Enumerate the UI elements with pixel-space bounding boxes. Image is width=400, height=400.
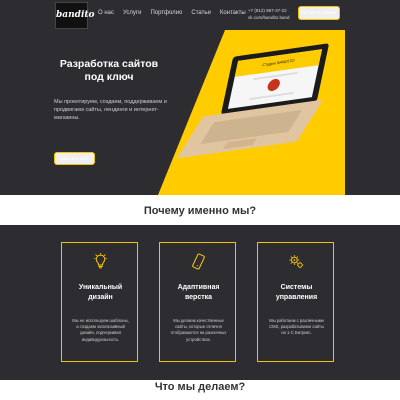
nav-item-portfolio[interactable]: Портфолио [150, 10, 182, 16]
nav-item-services[interactable]: Услуги [123, 10, 141, 16]
what-we-do-section: Что мы делаем? [0, 380, 400, 400]
feature-title-line: Уникальный [78, 284, 123, 291]
features-section: Уникальный дизайн Мы не используем шабло… [0, 225, 400, 380]
site-logo[interactable]: bandito [55, 2, 95, 29]
hero-title-line: под ключ [84, 71, 134, 83]
leave-request-button[interactable]: Оставить заявку [298, 6, 340, 20]
feature-title: Системы управления [258, 283, 335, 303]
main-navigation: О нас Услуги Портфолио Статьи Контакты [98, 10, 246, 16]
feature-title-line: верстка [184, 294, 213, 301]
screen-text-line [249, 91, 294, 101]
feature-card-cms: Системы управления Мы работаем с различн… [257, 242, 334, 362]
laptop-screen-banner: Студия BANDITO [234, 49, 323, 77]
feature-title-line: управления [275, 294, 318, 301]
feature-title-line: Адаптивная [177, 284, 220, 291]
feature-text-line: индивидуальность. [81, 336, 120, 342]
hero-section: Разработка сайтов под ключ Мы проектируе… [0, 30, 400, 195]
feature-description: Мы делаем качественные сайты, которые от… [165, 318, 232, 343]
feature-title-line: Системы [280, 284, 313, 291]
feature-title: Адаптивная верстка [160, 283, 237, 303]
nav-item-articles[interactable]: Статьи [191, 10, 210, 16]
what-we-do-title: Что мы делаем? [154, 381, 246, 393]
lightbulb-icon [94, 253, 107, 269]
site-header: bandito О нас Услуги Портфолио Статьи Ко… [0, 0, 400, 30]
hero-description: Мы проектируем, создаем, поддерживаем и … [54, 99, 167, 121]
feature-text-line: устройствах. [186, 336, 211, 342]
feature-description: Мы не используем шаблоны, а создаем экск… [67, 318, 134, 343]
feature-card-design: Уникальный дизайн Мы не используем шабло… [61, 242, 138, 362]
order-site-button[interactable]: Заказать сайт [54, 152, 95, 165]
why-us-section: Почему именно мы? [0, 195, 400, 225]
feature-description: Мы работаем с различными CMS, разрабатыв… [263, 318, 330, 337]
laptop-screen-content: Студия BANDITO [227, 49, 323, 109]
screen-image [266, 78, 281, 92]
feature-title-line: дизайн [88, 294, 113, 301]
feature-text-line: отображаются на различных [170, 330, 227, 336]
gears-icon [289, 255, 304, 269]
smartphone-icon [192, 253, 205, 270]
hero-title-line: Разработка сайтов [59, 58, 159, 70]
feature-title: Уникальный дизайн [62, 283, 139, 303]
social-link[interactable]: vk.com/bandito.band [248, 14, 290, 21]
why-us-title: Почему именно мы? [143, 205, 257, 217]
feature-text-line: на 1-С Битрикс. [281, 330, 312, 336]
header-contact: +7 (812) 987-37-22 vk.com/bandito.band [248, 7, 290, 21]
phone-number[interactable]: +7 (812) 987-37-22 [248, 7, 290, 14]
hero-title: Разработка сайтов под ключ [54, 58, 164, 84]
feature-card-responsive: Адаптивная верстка Мы делаем качественны… [159, 242, 236, 362]
laptop-image: Студия BANDITO [176, 43, 330, 168]
nav-item-about[interactable]: О нас [98, 10, 114, 16]
nav-item-contacts[interactable]: Контакты [220, 10, 246, 16]
